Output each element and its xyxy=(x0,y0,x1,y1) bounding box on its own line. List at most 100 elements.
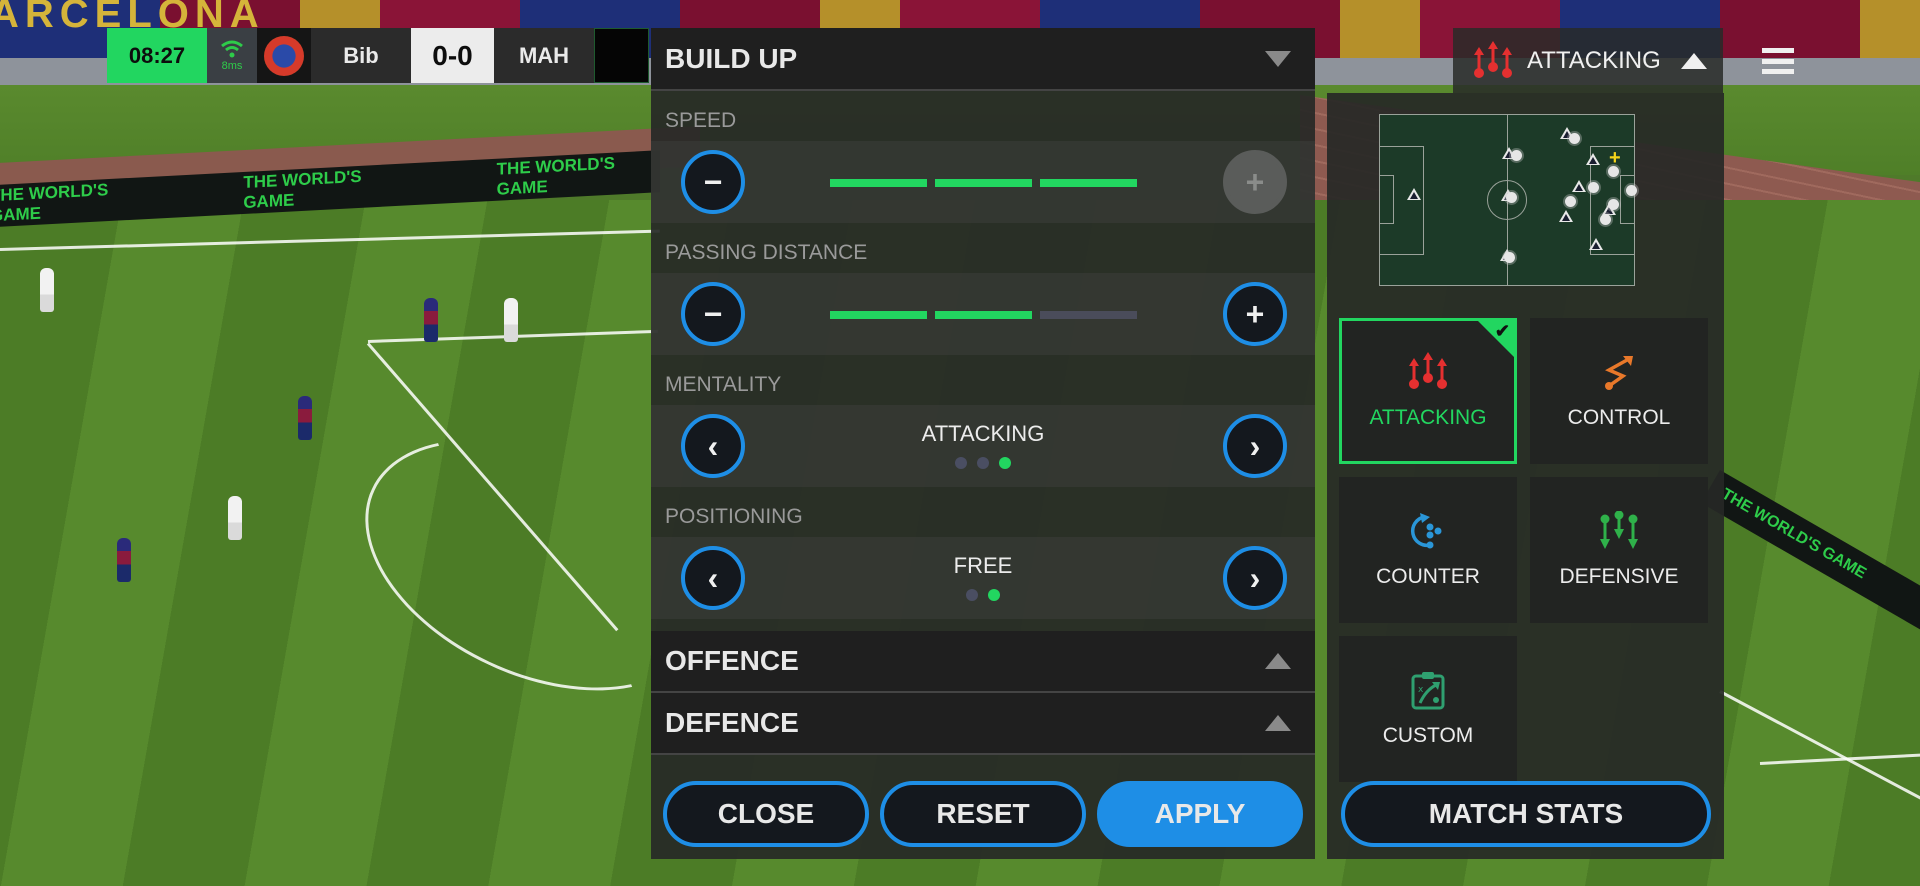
opponent-marker xyxy=(1559,210,1573,222)
mentality-page-dots xyxy=(651,457,1315,469)
teammate-marker xyxy=(1506,192,1517,203)
speed-control: − + xyxy=(651,141,1315,223)
page-dot xyxy=(977,457,989,469)
teammate-marker xyxy=(1511,150,1522,161)
opponent-marker xyxy=(1589,238,1603,250)
passing-distance-decrease-button[interactable]: − xyxy=(681,282,745,346)
plus-icon: + xyxy=(1245,295,1265,332)
speed-increase-button[interactable]: + xyxy=(1223,150,1287,214)
player xyxy=(40,268,54,312)
tactic-tile-counter[interactable]: COUNTER xyxy=(1339,477,1517,623)
positioning-label: POSITIONING xyxy=(665,505,803,528)
tactic-selector-header[interactable]: ATTACKING xyxy=(1453,28,1723,93)
opponent-marker xyxy=(1586,153,1600,165)
tactic-label: COUNTER xyxy=(1376,565,1480,588)
positioning-control: ‹ FREE › xyxy=(651,537,1315,619)
reset-button[interactable]: RESET xyxy=(880,781,1086,847)
expand-icon xyxy=(1265,653,1291,669)
current-tactic-label: ATTACKING xyxy=(1527,46,1661,74)
match-score: 0-0 xyxy=(411,28,494,83)
tactic-label: ATTACKING xyxy=(1369,406,1487,429)
speed-level-bars xyxy=(830,179,1137,187)
east-bengal-crest-icon xyxy=(264,35,304,76)
match-stats-button[interactable]: MATCH STATS xyxy=(1341,781,1711,847)
player xyxy=(228,496,242,540)
tactics-sidebar: + ✔ ATTACKING CONTROL COUNTER DEFENSIVE … xyxy=(1327,93,1724,859)
counter-icon xyxy=(1411,513,1442,549)
player xyxy=(424,298,438,342)
minus-icon: − xyxy=(703,295,723,332)
level-segment xyxy=(1040,179,1137,187)
speed-decrease-button[interactable]: − xyxy=(681,150,745,214)
mentality-label: MENTALITY xyxy=(665,373,782,396)
speed-label: SPEED xyxy=(665,109,737,132)
ad-text: THE WORLD'S GAME xyxy=(243,166,362,213)
offence-header[interactable]: OFFENCE xyxy=(651,631,1315,693)
teammate-marker xyxy=(1600,214,1611,225)
home-team-name: Bib xyxy=(311,28,411,83)
defence-header[interactable]: DEFENCE xyxy=(651,693,1315,755)
teammate-marker xyxy=(1504,252,1515,263)
offence-title: OFFENCE xyxy=(665,645,799,676)
control-icon xyxy=(1605,356,1633,390)
tactics-panel: BUILD UP SPEED − + PASSING DISTANCE − + … xyxy=(651,28,1315,859)
level-segment xyxy=(1040,311,1137,319)
teammate-marker xyxy=(1608,199,1619,210)
checkmark-icon: ✔ xyxy=(1494,321,1510,341)
teammate-marker xyxy=(1569,133,1580,144)
level-segment xyxy=(935,311,1032,319)
teammate-marker xyxy=(1588,182,1599,193)
right-goal-box xyxy=(1620,175,1635,224)
page-dot xyxy=(955,457,967,469)
plus-icon: + xyxy=(1245,163,1265,200)
player xyxy=(298,396,312,440)
page-dot xyxy=(999,457,1011,469)
passing-distance-increase-button[interactable]: + xyxy=(1223,282,1287,346)
scoreboard: 08:27 8ms Bib 0-0 MAH xyxy=(107,28,649,83)
opponent-marker xyxy=(1407,188,1421,200)
action-bar: CLOSE RESET APPLY xyxy=(651,769,1315,859)
svg-text:x: x xyxy=(1418,685,1424,695)
attacking-icon xyxy=(1409,352,1447,389)
mentality-value-group: ATTACKING xyxy=(651,421,1315,469)
positioning-value-group: FREE xyxy=(651,553,1315,601)
close-button[interactable]: CLOSE xyxy=(663,781,869,847)
defensive-icon xyxy=(1600,511,1638,549)
teammate-marker xyxy=(1565,196,1576,207)
positioning-value: FREE xyxy=(953,553,1013,578)
build-up-title: BUILD UP xyxy=(665,42,798,74)
level-segment xyxy=(830,311,927,319)
connection-status: 8ms xyxy=(207,28,257,83)
level-segment xyxy=(830,179,927,187)
tactic-tile-defensive[interactable]: DEFENSIVE xyxy=(1530,477,1708,623)
page-dot xyxy=(966,589,978,601)
menu-icon[interactable] xyxy=(1762,48,1794,74)
scoreboard-end-cap xyxy=(594,28,649,83)
wifi-icon xyxy=(221,40,243,57)
player xyxy=(504,298,518,342)
expand-icon xyxy=(1265,715,1291,731)
passing-distance-level-bars xyxy=(830,311,1137,319)
tactic-tile-custom[interactable]: x CUSTOM xyxy=(1339,636,1517,782)
mentality-value: ATTACKING xyxy=(921,421,1045,446)
apply-button[interactable]: APPLY xyxy=(1097,781,1303,847)
minus-icon: − xyxy=(703,163,723,200)
tactic-tile-attacking[interactable]: ✔ ATTACKING xyxy=(1339,318,1517,464)
away-team-name: MAH xyxy=(494,28,594,83)
ad-text: THE WORLD'S GAME xyxy=(0,180,109,226)
defence-title: DEFENCE xyxy=(665,707,799,738)
tactic-label: CONTROL xyxy=(1567,406,1671,429)
ad-text: THE WORLD'S GAME xyxy=(496,153,615,199)
mentality-control: ‹ ATTACKING › xyxy=(651,405,1315,487)
clipboard-tactics-icon: x xyxy=(1411,672,1445,710)
tactic-tile-control[interactable]: CONTROL xyxy=(1530,318,1708,464)
caret-up-icon xyxy=(1680,52,1707,69)
collapse-icon xyxy=(1265,50,1291,67)
formation-minimap: + xyxy=(1379,114,1637,286)
left-goal-box xyxy=(1379,175,1394,224)
opponent-marker xyxy=(1572,180,1586,192)
level-segment xyxy=(935,179,1032,187)
player xyxy=(117,538,131,582)
tactic-label: DEFENSIVE xyxy=(1559,565,1679,588)
build-up-header[interactable]: BUILD UP xyxy=(651,28,1315,91)
